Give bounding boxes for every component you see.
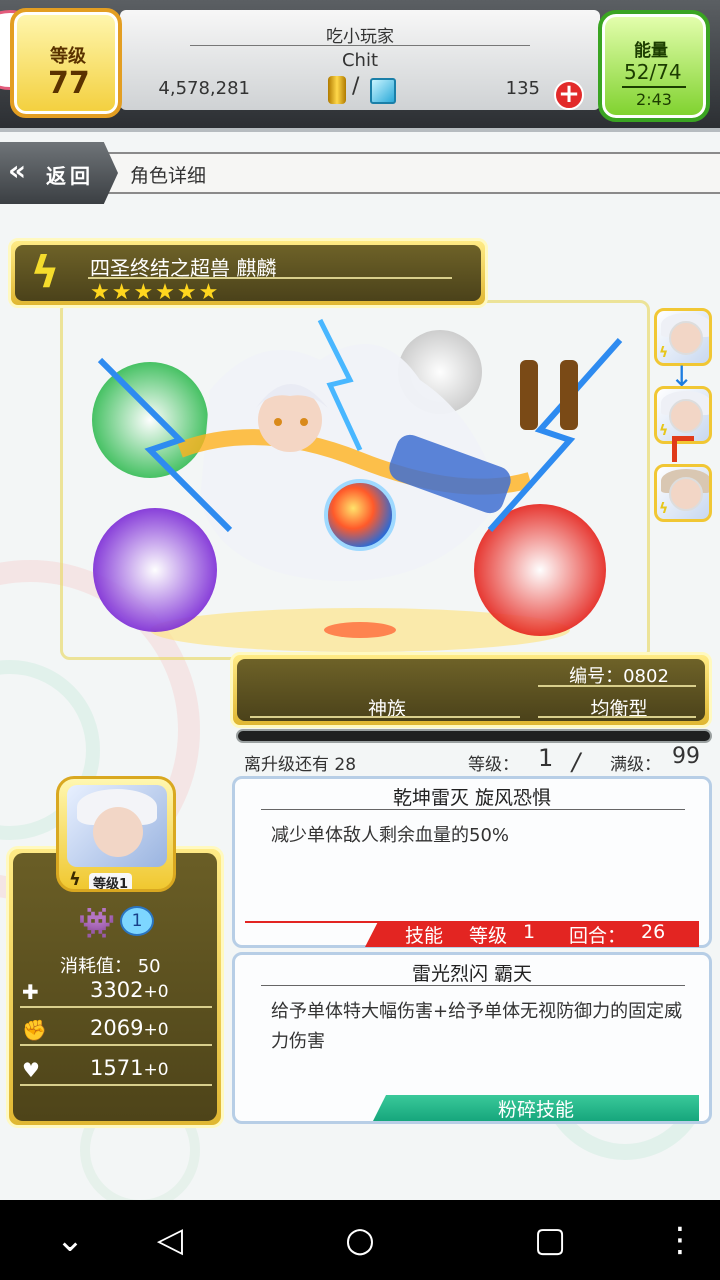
energy-label: 能量 xyxy=(634,41,668,61)
art-frame xyxy=(60,300,650,660)
level-value: 77 xyxy=(48,66,90,101)
evolution-portrait-1[interactable]: ϟ xyxy=(654,308,712,366)
divider xyxy=(245,921,385,923)
skill-footer: 技能 等级 1 回合： 26 xyxy=(365,921,699,947)
character-art xyxy=(60,300,650,660)
more-options-icon[interactable]: ⋮ xyxy=(658,1218,702,1262)
player-name: 吃小玩家 xyxy=(326,27,394,47)
player-guild: Chit xyxy=(341,50,379,71)
current-level: 1 xyxy=(538,744,554,772)
energy-badge[interactable]: 能量 52/74 2:43 xyxy=(598,10,710,122)
portrait-level: 等级1 xyxy=(89,873,133,889)
skill-card[interactable]: 乾坤雷灭 旋风恐惧 减少单体敌人剩余血量的50% 技能 等级 1 回合： 26 xyxy=(232,776,712,948)
back-triangle-icon[interactable]: ◁ xyxy=(148,1218,192,1262)
home-circle-icon[interactable]: ○ xyxy=(338,1218,382,1262)
divider xyxy=(261,985,685,986)
level-label: 等级 xyxy=(50,46,86,67)
stat-attack: ✊ 2069+0 xyxy=(20,1014,212,1046)
divider xyxy=(538,685,696,687)
double-chevron-left-icon: « xyxy=(8,154,26,187)
branch-arrow-icon xyxy=(672,436,694,462)
chevron-down-icon[interactable]: ⌄ xyxy=(48,1218,92,1262)
stat-hp: ✚ 3302+0 xyxy=(20,976,212,1008)
max-level-label: 满级： xyxy=(610,755,661,775)
divider xyxy=(250,716,520,718)
skill-description: 给予单体特大幅伤害+给予单体无视防御力的固定威力伤害 xyxy=(271,1001,683,1052)
level-slash: / xyxy=(572,748,581,776)
invader-icon: 👾 xyxy=(78,906,116,941)
skill-turn-label: 回合： xyxy=(569,925,627,947)
skill-tag: 粉碎技能 xyxy=(497,1099,574,1121)
divider xyxy=(538,716,696,718)
gem-count: 135 xyxy=(505,78,540,99)
energy-value: 52/74 xyxy=(624,60,682,84)
lightning-element-icon: ϟ xyxy=(30,247,60,298)
skill-tag: 技能 xyxy=(405,925,444,947)
coin-icon xyxy=(328,76,346,104)
page-title: 角色详细 xyxy=(130,165,207,187)
divider xyxy=(261,809,685,810)
exp-progress-bar xyxy=(236,729,712,743)
character-portrait[interactable]: ϟ 等级1 xyxy=(56,776,176,892)
hp-icon: ✚ xyxy=(22,980,39,1004)
lightning-element-icon: ϟ xyxy=(69,869,81,890)
star-rating: ★★★★★★ xyxy=(90,280,221,305)
currency-slash: / xyxy=(352,74,360,99)
max-level: 99 xyxy=(672,744,700,769)
divider xyxy=(190,45,530,46)
token-count: 1 xyxy=(120,906,154,936)
skill-card[interactable]: 雷光烈闪 霸天 给予单体特大幅伤害+给予单体无视防御力的固定威力伤害 粉碎技能 xyxy=(232,952,712,1124)
hp-bonus: +0 xyxy=(143,982,169,1002)
back-label: 返回 xyxy=(46,164,94,188)
heart-icon: ♥ xyxy=(22,1058,40,1082)
skill-title: 乾坤雷灭 旋风恐惧 xyxy=(392,787,552,809)
skill-description: 减少单体敌人剩余血量的50% xyxy=(271,825,510,846)
exp-remaining: 离升级还有 28 xyxy=(244,755,357,775)
gem-icon xyxy=(370,78,396,104)
hp-value: 3302 xyxy=(90,978,144,1002)
stat-speed: ♥ 1571+0 xyxy=(20,1054,212,1086)
cost-value: 消耗值： 50 xyxy=(60,956,161,977)
system-nav-bar: ⌄ ◁ ○ ▢ ⋮ xyxy=(0,1200,720,1280)
speed-value: 1571 xyxy=(90,1056,144,1080)
fist-icon: ✊ xyxy=(22,1018,47,1042)
skill-turns: 26 xyxy=(641,921,666,943)
divider xyxy=(88,277,452,279)
skill-footer: 粉碎技能 xyxy=(373,1095,699,1121)
gold-count: 4,578,281 xyxy=(158,78,250,99)
player-level-badge: 等级 77 xyxy=(10,8,122,118)
attack-value: 2069 xyxy=(90,1016,144,1040)
back-button[interactable]: « 返回 xyxy=(0,142,118,204)
attack-bonus: +0 xyxy=(143,1020,169,1040)
recents-square-icon[interactable]: ▢ xyxy=(528,1218,572,1262)
level-label: 等级： xyxy=(468,755,519,775)
skill-level-label: 等级 xyxy=(469,925,508,947)
speed-bonus: +0 xyxy=(143,1060,169,1080)
skill-level: 1 xyxy=(523,921,536,943)
skill-title: 雷光烈闪 霸天 xyxy=(411,963,533,985)
energy-timer: 2:43 xyxy=(622,86,686,109)
add-gems-button[interactable]: + xyxy=(554,80,584,110)
evolution-portrait-3[interactable]: ϟ xyxy=(654,464,712,522)
